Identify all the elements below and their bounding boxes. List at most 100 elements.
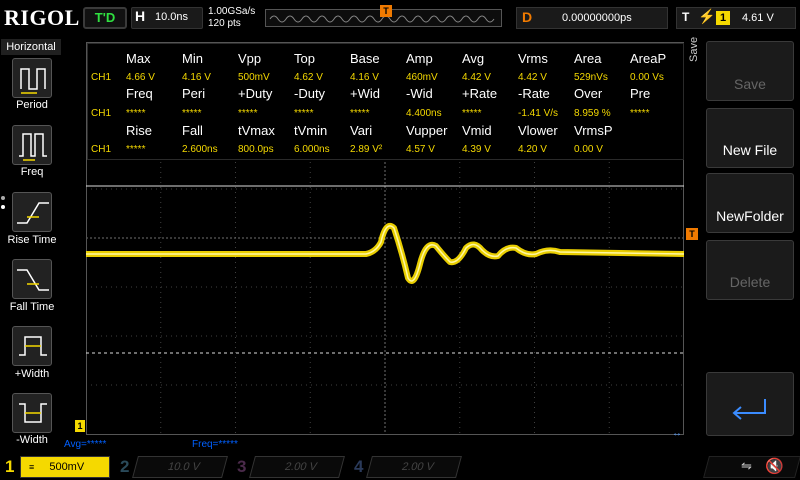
rise-time-button[interactable] (12, 192, 52, 232)
meas-channel: CH1 (91, 72, 112, 83)
meas-header: Area (574, 51, 602, 66)
meas-header: VrmsP (574, 123, 613, 138)
meas-header: Amp (406, 51, 433, 66)
ch4-scale: 2.00 V (400, 461, 436, 473)
rise-time-icon (17, 202, 49, 224)
ch1-scale: 500mV (49, 461, 85, 473)
freq-button[interactable] (12, 125, 52, 165)
meas-value: 4.57 V (406, 144, 435, 155)
ch1-ground-marker[interactable]: 1 (75, 420, 85, 432)
meas-value: 8.959 % (574, 108, 611, 119)
period-label: Period (16, 99, 48, 111)
avg-status: Avg=***** (64, 439, 107, 450)
meas-header: +Wid (350, 86, 380, 101)
negative-width-button[interactable] (12, 393, 52, 433)
meas-header: tVmax (238, 123, 275, 138)
meas-header: Over (574, 86, 603, 101)
ch1-number[interactable]: 1 (5, 457, 14, 477)
meas-channel: CH1 (91, 108, 112, 119)
meas-value: 6.000ns (294, 144, 330, 155)
dc-coupling-icon: ≡ (29, 462, 35, 472)
fall-time-button[interactable] (12, 259, 52, 299)
trigger-position-marker[interactable]: T (380, 5, 392, 17)
meas-value: 0.00 V (574, 144, 603, 155)
enter-button[interactable] (706, 372, 794, 436)
meas-header: Avg (462, 51, 485, 66)
horizontal-menu-title: Horizontal (1, 39, 61, 55)
fall-time-icon (17, 269, 49, 291)
meas-header: Vlower (518, 123, 558, 138)
meas-header: tVmin (294, 123, 328, 138)
save-button-label: Save (734, 76, 766, 92)
meas-header: Max (126, 51, 151, 66)
meas-header: Vmid (462, 123, 492, 138)
meas-header: Vrms (518, 51, 548, 66)
meas-value: 2.600ns (182, 144, 218, 155)
meas-channel: CH1 (91, 144, 112, 155)
meas-header: -Wid (406, 86, 433, 101)
meas-value: ***** (126, 144, 146, 155)
ch1-scale-box[interactable]: ≡ 500mV (20, 456, 110, 478)
new-file-button[interactable]: New File (706, 108, 794, 168)
meas-header: Peri (182, 86, 206, 101)
meas-header: Min (182, 51, 203, 66)
meas-header: Vupper (406, 123, 448, 138)
fall-time-label: Fall Time (9, 301, 55, 313)
ch2-number[interactable]: 2 (120, 457, 129, 477)
meas-value: 500mV (238, 72, 270, 83)
ch2-scale-box[interactable]: 10.0 V (132, 456, 228, 478)
save-button[interactable]: Save (706, 41, 794, 101)
trigger-source-badge: 1 (716, 11, 730, 25)
meas-header: Vpp (238, 51, 262, 66)
rise-time-label: Rise Time (7, 234, 57, 246)
save-tab-label: Save (688, 36, 700, 62)
sample-rate: 1.00GSa/s (208, 6, 256, 17)
meas-value: 4.42 V (518, 72, 547, 83)
ch3-scale-box[interactable]: 2.00 V (249, 456, 345, 478)
meas-value: 4.42 V (462, 72, 491, 83)
ch3-scale: 2.00 V (283, 461, 319, 473)
enter-arrow-icon (732, 399, 766, 420)
meas-value: ***** (462, 108, 482, 119)
ch4-scale-box[interactable]: 2.00 V (366, 456, 462, 478)
meas-value: 4.66 V (126, 72, 155, 83)
delete-button[interactable]: Delete (706, 240, 794, 300)
new-file-button-label: New File (722, 142, 778, 158)
usb-icon: ⇋ (741, 458, 752, 473)
meas-value: ***** (182, 108, 202, 119)
meas-value: -1.41 V/s (518, 108, 559, 119)
meas-value: ***** (350, 108, 370, 119)
meas-value: ***** (126, 108, 146, 119)
meas-value: ***** (238, 108, 258, 119)
save-menu-tab: Save (686, 37, 704, 110)
new-folder-button[interactable]: NewFolder (706, 173, 794, 233)
trigger-level-value: 4.61 V (742, 12, 774, 24)
delay-value: 0.00000000ps (562, 12, 632, 24)
positive-width-icon (19, 336, 47, 356)
freq-label: Freq (20, 166, 44, 178)
meas-value: 529nVs (574, 72, 608, 83)
period-button[interactable] (12, 58, 52, 98)
meas-header: Top (294, 51, 315, 66)
positive-width-button[interactable] (12, 326, 52, 366)
negative-width-label: -Width (16, 434, 48, 446)
meas-header: AreaP (630, 51, 667, 66)
meas-value: 0.00 Vs (630, 72, 664, 83)
meas-value: 4.16 V (182, 72, 211, 83)
meas-value: 4.16 V (350, 72, 379, 83)
ch3-number[interactable]: 3 (237, 457, 246, 477)
meas-header: -Duty (294, 86, 326, 101)
trigger-status-badge: T'D (83, 7, 127, 29)
frequency-icon (19, 133, 47, 161)
meas-value: ***** (630, 108, 650, 119)
rigol-logo: RIGOL (4, 5, 80, 30)
trigger-level-marker[interactable]: T (686, 228, 698, 240)
ch4-number[interactable]: 4 (354, 457, 363, 477)
speaker-muted-icon: 🔇 (765, 458, 784, 475)
meas-value: 4.400ns (406, 108, 442, 119)
delete-button-label: Delete (729, 274, 771, 290)
new-folder-button-label: NewFolder (716, 208, 784, 224)
meas-header: +Duty (238, 86, 273, 101)
meas-header: +Rate (462, 86, 498, 101)
freq-status: Freq=***** (192, 439, 238, 450)
